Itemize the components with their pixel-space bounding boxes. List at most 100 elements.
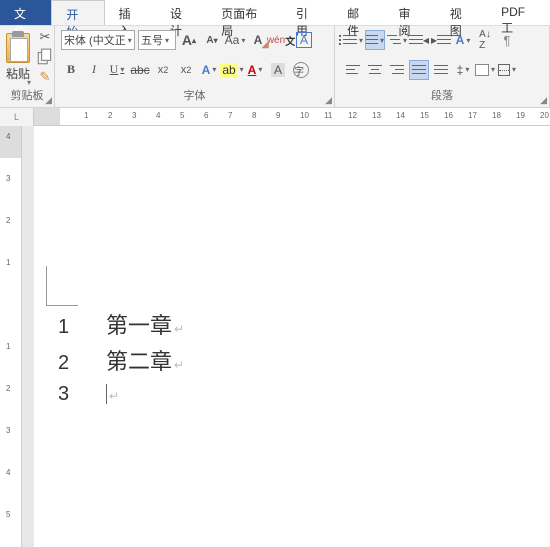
paste-icon [6,33,30,63]
tab-mailings[interactable]: 邮件 [333,0,384,25]
list-number: 3 [58,383,106,406]
ruler-tick: 6 [204,111,208,120]
tab-layout[interactable]: 页面布局 [207,0,282,25]
align-left-button[interactable] [343,60,363,80]
font-color-button[interactable]: A▾ [245,60,265,80]
ruler-tick: 2 [108,111,112,120]
show-marks-button[interactable]: ¶ [497,30,517,50]
format-painter-button[interactable]: ✎ [36,68,54,86]
decrease-indent-button[interactable]: ◂ [409,30,429,50]
ruler-tick: 14 [396,111,405,120]
grow-font-button[interactable]: A▴ [179,30,199,50]
text-effects-button[interactable]: A▾ [199,60,219,80]
numbering-button[interactable]: ▾ [365,30,385,50]
character-border-button[interactable]: A [294,30,314,50]
ruler-tick: 7 [228,111,232,120]
ruler-tick: 19 [516,111,525,120]
ruler-tick: 18 [492,111,501,120]
ruler-tick: 12 [348,111,357,120]
strikethrough-button[interactable]: abc [130,60,150,80]
paragraph-mark-icon: ↵ [174,322,184,336]
paragraph-launcher-icon[interactable]: ◢ [540,95,547,106]
document-page[interactable]: 1 第一章 ↵ 2 第二章 ↵ 3 ↵ [34,126,550,547]
increase-indent-button[interactable]: ▸ [431,30,451,50]
margin-indicator [46,266,78,306]
ruler-tick: 17 [468,111,477,120]
list-number: 1 [58,316,106,339]
ribbon-tabs: 文件 开始 插入 设计 页面布局 引用 邮件 审阅 视图 PDF工 [0,0,550,26]
paragraph-mark-icon: ↵ [109,389,119,403]
ruler-tick: 20 [540,111,549,120]
ruler-tick: 11 [324,111,332,120]
paragraph-group-label: 段落 [339,87,545,105]
align-right-button[interactable] [387,60,407,80]
clipboard-launcher-icon[interactable]: ◢ [45,95,52,106]
tab-file[interactable]: 文件 [0,0,51,25]
shrink-font-button[interactable]: A▾ [202,30,222,50]
ruler-tick: 3 [6,426,10,435]
character-shading-button[interactable]: A [268,60,288,80]
borders-button[interactable]: ▾ [497,60,517,80]
ribbon: 粘贴 ✂ ✎ ▾ 剪贴板 ◢ 宋体 (中文正▾ 五号▾ A▴ A▾ Aa▾ A◢… [0,26,550,108]
superscript-button[interactable]: x2 [176,60,196,80]
group-paragraph: ▾ ▾ ▾ ◂ ▸ A▾ A↓Z ¶ ‡▾ ▾ ▾ 段落 ◢ [335,26,550,107]
cut-button[interactable]: ✂ [36,28,54,46]
ruler-tick: 2 [6,384,10,393]
ruler-corner[interactable]: L [0,108,34,126]
bullets-button[interactable]: ▾ [343,30,363,50]
ruler-tick: 4 [156,111,160,120]
enclose-characters-button[interactable]: 字 [291,60,311,80]
tab-review[interactable]: 审阅 [384,0,435,25]
font-size-select[interactable]: 五号▾ [138,30,176,50]
tab-references[interactable]: 引用 [282,0,333,25]
asian-layout-button[interactable]: A▾ [453,30,473,50]
phonetic-guide-button[interactable]: wén文 [271,30,291,50]
ruler-tick: 15 [420,111,429,120]
ruler-tick: 3 [6,174,10,183]
font-name-select[interactable]: 宋体 (中文正▾ [61,30,135,50]
list-item[interactable]: 3 ↵ [58,380,550,406]
multilevel-list-button[interactable]: ▾ [387,30,407,50]
line-spacing-button[interactable]: ‡▾ [453,60,473,80]
shading-button[interactable]: ▾ [475,60,495,80]
document-content[interactable]: 1 第一章 ↵ 2 第二章 ↵ 3 ↵ [58,308,550,406]
italic-button[interactable]: I [84,60,104,80]
ruler-vertical[interactable]: 432112345 [0,126,22,547]
tab-pdf[interactable]: PDF工 [487,0,550,25]
sort-button[interactable]: A↓Z [475,30,495,50]
distributed-button[interactable] [431,60,451,80]
font-launcher-icon[interactable]: ◢ [325,95,332,106]
list-text: 第一章 [106,308,172,340]
paste-dropdown-icon[interactable]: ▾ [27,78,31,87]
ruler-tick: 16 [444,111,453,120]
ruler-horizontal[interactable]: 12345678910111213141516171819202122 [34,108,550,125]
align-center-button[interactable] [365,60,385,80]
tab-view[interactable]: 视图 [436,0,487,25]
clipboard-group-label: 剪贴板 [4,87,50,105]
list-text: 第二章 [106,344,172,376]
align-justify-button[interactable] [409,60,429,80]
copy-button[interactable] [36,48,54,66]
paste-button[interactable]: 粘贴 [4,31,32,84]
ruler-tick: 8 [252,111,256,120]
ruler-horizontal-area: L 12345678910111213141516171819202122 [0,108,550,126]
underline-button[interactable]: U▾ [107,60,127,80]
tab-design[interactable]: 设计 [156,0,207,25]
font-group-label: 字体 [59,87,330,105]
ruler-tick: 5 [180,111,184,120]
group-clipboard: 粘贴 ✂ ✎ ▾ 剪贴板 ◢ [0,26,55,107]
change-case-button[interactable]: Aa▾ [225,30,245,50]
text-caret [106,384,107,404]
list-item[interactable]: 2 第二章 ↵ [58,344,550,376]
highlight-button[interactable]: ab▾ [222,60,242,80]
ruler-tick: 1 [6,342,10,351]
tab-home[interactable]: 开始 [51,0,104,25]
ruler-tick: 4 [6,132,10,141]
clear-format-button[interactable]: A◢ [248,30,268,50]
bold-button[interactable]: B [61,60,81,80]
list-number: 2 [58,352,106,375]
subscript-button[interactable]: x2 [153,60,173,80]
list-item[interactable]: 1 第一章 ↵ [58,308,550,340]
document-area: 432112345 1 第一章 ↵ 2 第二章 ↵ 3 ↵ [0,126,550,547]
tab-insert[interactable]: 插入 [105,0,156,25]
